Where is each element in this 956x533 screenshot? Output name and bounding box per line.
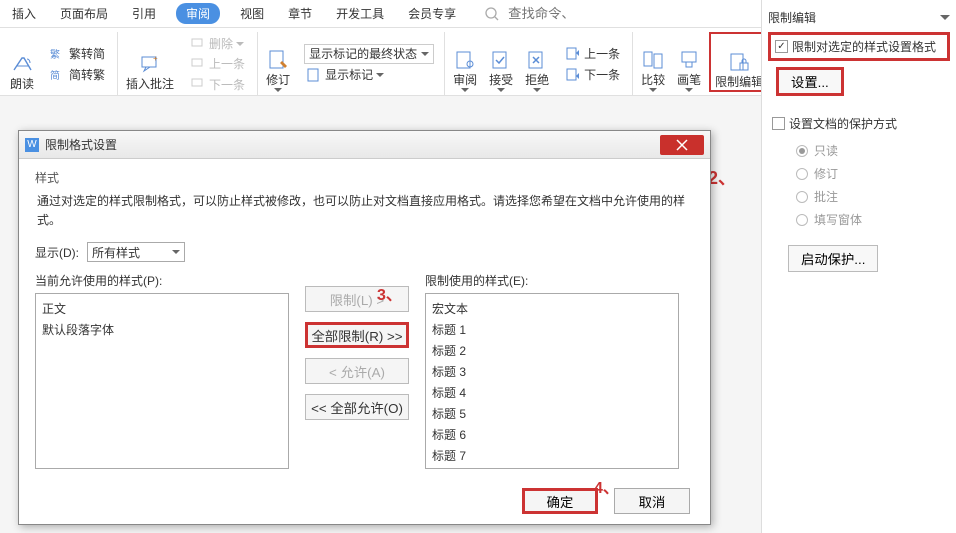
menu-reference[interactable]: 引用 bbox=[128, 3, 160, 24]
markup-icon bbox=[306, 67, 322, 83]
speaker-icon bbox=[11, 53, 33, 75]
list-item[interactable]: 标题 6 bbox=[432, 424, 672, 445]
description-text: 通过对选定的样式限制格式，可以防止样式被修改，也可以防止对文档直接应用格式。请选… bbox=[37, 192, 692, 230]
radio-readonly[interactable]: 只读 bbox=[796, 139, 950, 162]
protect-doc-label: 设置文档的保护方式 bbox=[789, 115, 897, 132]
list-item[interactable]: 正文 bbox=[42, 298, 282, 319]
accept-button[interactable]: 接受 bbox=[485, 32, 517, 92]
trad-to-simp[interactable]: 简简转繁 bbox=[48, 65, 107, 85]
search-input[interactable] bbox=[508, 6, 568, 21]
compare-icon bbox=[642, 49, 664, 71]
display-select[interactable]: 所有样式 bbox=[87, 242, 185, 262]
compare-button[interactable]: 比较 bbox=[637, 32, 669, 92]
menu-member[interactable]: 会员专享 bbox=[404, 3, 460, 24]
restrict-edit-panel: 限制编辑 限制对选定的样式设置格式 设置... 设置文档的保护方式 只读 修订 … bbox=[761, 0, 956, 533]
simp-to-trad[interactable]: 繁繁转简 bbox=[48, 44, 107, 64]
read-aloud-button[interactable]: 朗读 bbox=[6, 32, 38, 92]
list-item[interactable]: 标题 7 bbox=[432, 445, 672, 466]
radio-comment[interactable]: 批注 bbox=[796, 185, 950, 208]
panel-title: 限制编辑 bbox=[768, 9, 816, 26]
list-item[interactable]: 标题 4 bbox=[432, 382, 672, 403]
insert-comment-button[interactable]: + 插入批注 bbox=[122, 32, 178, 92]
menu-view[interactable]: 视图 bbox=[236, 3, 268, 24]
styles-section-label: 样式 bbox=[35, 169, 694, 186]
brush-button[interactable]: 画笔 bbox=[673, 32, 705, 92]
allowed-label: 当前允许使用的样式(P): bbox=[35, 272, 289, 289]
review-button[interactable]: 审阅 bbox=[449, 32, 481, 92]
list-item[interactable]: 标题 1 bbox=[432, 319, 672, 340]
allowed-styles-list[interactable]: 正文默认段落字体 bbox=[35, 293, 289, 469]
next-comment-button[interactable]: 下一条 bbox=[188, 75, 247, 94]
list-item[interactable]: 宏文本 bbox=[432, 298, 672, 319]
restrict-format-dialog: 3、 4、 W 限制格式设置 样式 通过对选定的样式限制格式，可以防止样式被修改… bbox=[18, 130, 711, 525]
prev-comment-button[interactable]: 上一条 bbox=[188, 54, 247, 73]
review-icon bbox=[454, 49, 476, 71]
radio-form[interactable]: 填写窗体 bbox=[796, 208, 950, 231]
svg-text:+: + bbox=[153, 54, 158, 63]
revise-button[interactable]: 修订 bbox=[262, 32, 294, 92]
accept-icon bbox=[490, 49, 512, 71]
restrict-all-button[interactable]: 全部限制(R) >> bbox=[305, 322, 409, 348]
allow-all-button[interactable]: << 全部允许(O) bbox=[305, 394, 409, 420]
revise-icon bbox=[267, 49, 289, 71]
annotation-2: 2、 bbox=[708, 164, 736, 190]
menu-review[interactable]: 审阅 bbox=[176, 3, 220, 24]
menu-chapter[interactable]: 章节 bbox=[284, 3, 316, 24]
delete-comment-button[interactable]: 删除 bbox=[188, 34, 247, 53]
settings-button[interactable]: 设置... bbox=[776, 67, 844, 96]
comment-add-icon: + bbox=[139, 53, 161, 75]
restrict-styles-check-row[interactable]: 限制对选定的样式设置格式 bbox=[768, 32, 950, 61]
lock-doc-icon bbox=[728, 51, 750, 73]
t2s-icon: 简 bbox=[50, 67, 66, 83]
radio-revise[interactable]: 修订 bbox=[796, 162, 950, 185]
protect-mode-radios: 只读 修订 批注 填写窗体 bbox=[796, 139, 950, 231]
comment-down-icon bbox=[190, 76, 206, 92]
protect-doc-checkbox[interactable] bbox=[772, 117, 785, 130]
menu-page-layout[interactable]: 页面布局 bbox=[56, 3, 112, 24]
restrict-styles-label: 限制对选定的样式设置格式 bbox=[792, 38, 936, 55]
restricted-label: 限制使用的样式(E): bbox=[425, 272, 679, 289]
search-area[interactable] bbox=[484, 6, 568, 22]
panel-caret-icon[interactable] bbox=[940, 15, 950, 20]
brush-icon bbox=[678, 49, 700, 71]
start-protect-button[interactable]: 启动保护... bbox=[788, 245, 878, 272]
next-change-button[interactable]: 下一条 bbox=[563, 65, 622, 85]
dialog-close-button[interactable] bbox=[660, 135, 704, 155]
reject-button[interactable]: 拒绝 bbox=[521, 32, 553, 92]
ok-button[interactable]: 确定 bbox=[522, 488, 598, 514]
restricted-styles-list[interactable]: 宏文本标题 1标题 2标题 3标题 4标题 5标题 6标题 7 bbox=[425, 293, 679, 469]
restrict-styles-checkbox[interactable] bbox=[775, 40, 788, 53]
menu-dev-tools[interactable]: 开发工具 bbox=[332, 3, 388, 24]
protect-doc-check-row[interactable]: 设置文档的保护方式 bbox=[768, 112, 950, 135]
search-icon bbox=[484, 6, 500, 22]
list-item[interactable]: 默认段落字体 bbox=[42, 319, 282, 340]
dialog-title-text: 限制格式设置 bbox=[45, 136, 117, 153]
display-label: 显示(D): bbox=[35, 244, 79, 261]
allow-button[interactable]: < 允许(A) bbox=[305, 358, 409, 384]
show-markup-button[interactable]: 显示标记 bbox=[304, 65, 434, 85]
chevron-down-icon bbox=[172, 250, 180, 254]
close-icon bbox=[676, 139, 688, 151]
list-item[interactable]: 标题 3 bbox=[432, 361, 672, 382]
markup-state-select[interactable]: 显示标记的最终状态 bbox=[304, 44, 434, 64]
dialog-titlebar[interactable]: W 限制格式设置 bbox=[19, 131, 710, 159]
svg-text:简: 简 bbox=[50, 69, 60, 82]
change-up-icon bbox=[565, 46, 581, 62]
change-down-icon bbox=[565, 67, 581, 83]
menu-insert[interactable]: 插入 bbox=[8, 3, 40, 24]
annotation-3: 3、 bbox=[377, 281, 402, 305]
cancel-button[interactable]: 取消 bbox=[614, 488, 690, 514]
reject-icon bbox=[526, 49, 548, 71]
list-item[interactable]: 标题 2 bbox=[432, 340, 672, 361]
s2t-icon: 繁 bbox=[50, 46, 66, 62]
comment-minus-icon bbox=[190, 36, 206, 52]
dialog-app-icon: W bbox=[25, 138, 39, 152]
list-item[interactable]: 标题 5 bbox=[432, 403, 672, 424]
svg-text:繁: 繁 bbox=[50, 48, 60, 61]
comment-up-icon bbox=[190, 56, 206, 72]
prev-change-button[interactable]: 上一条 bbox=[563, 44, 622, 64]
